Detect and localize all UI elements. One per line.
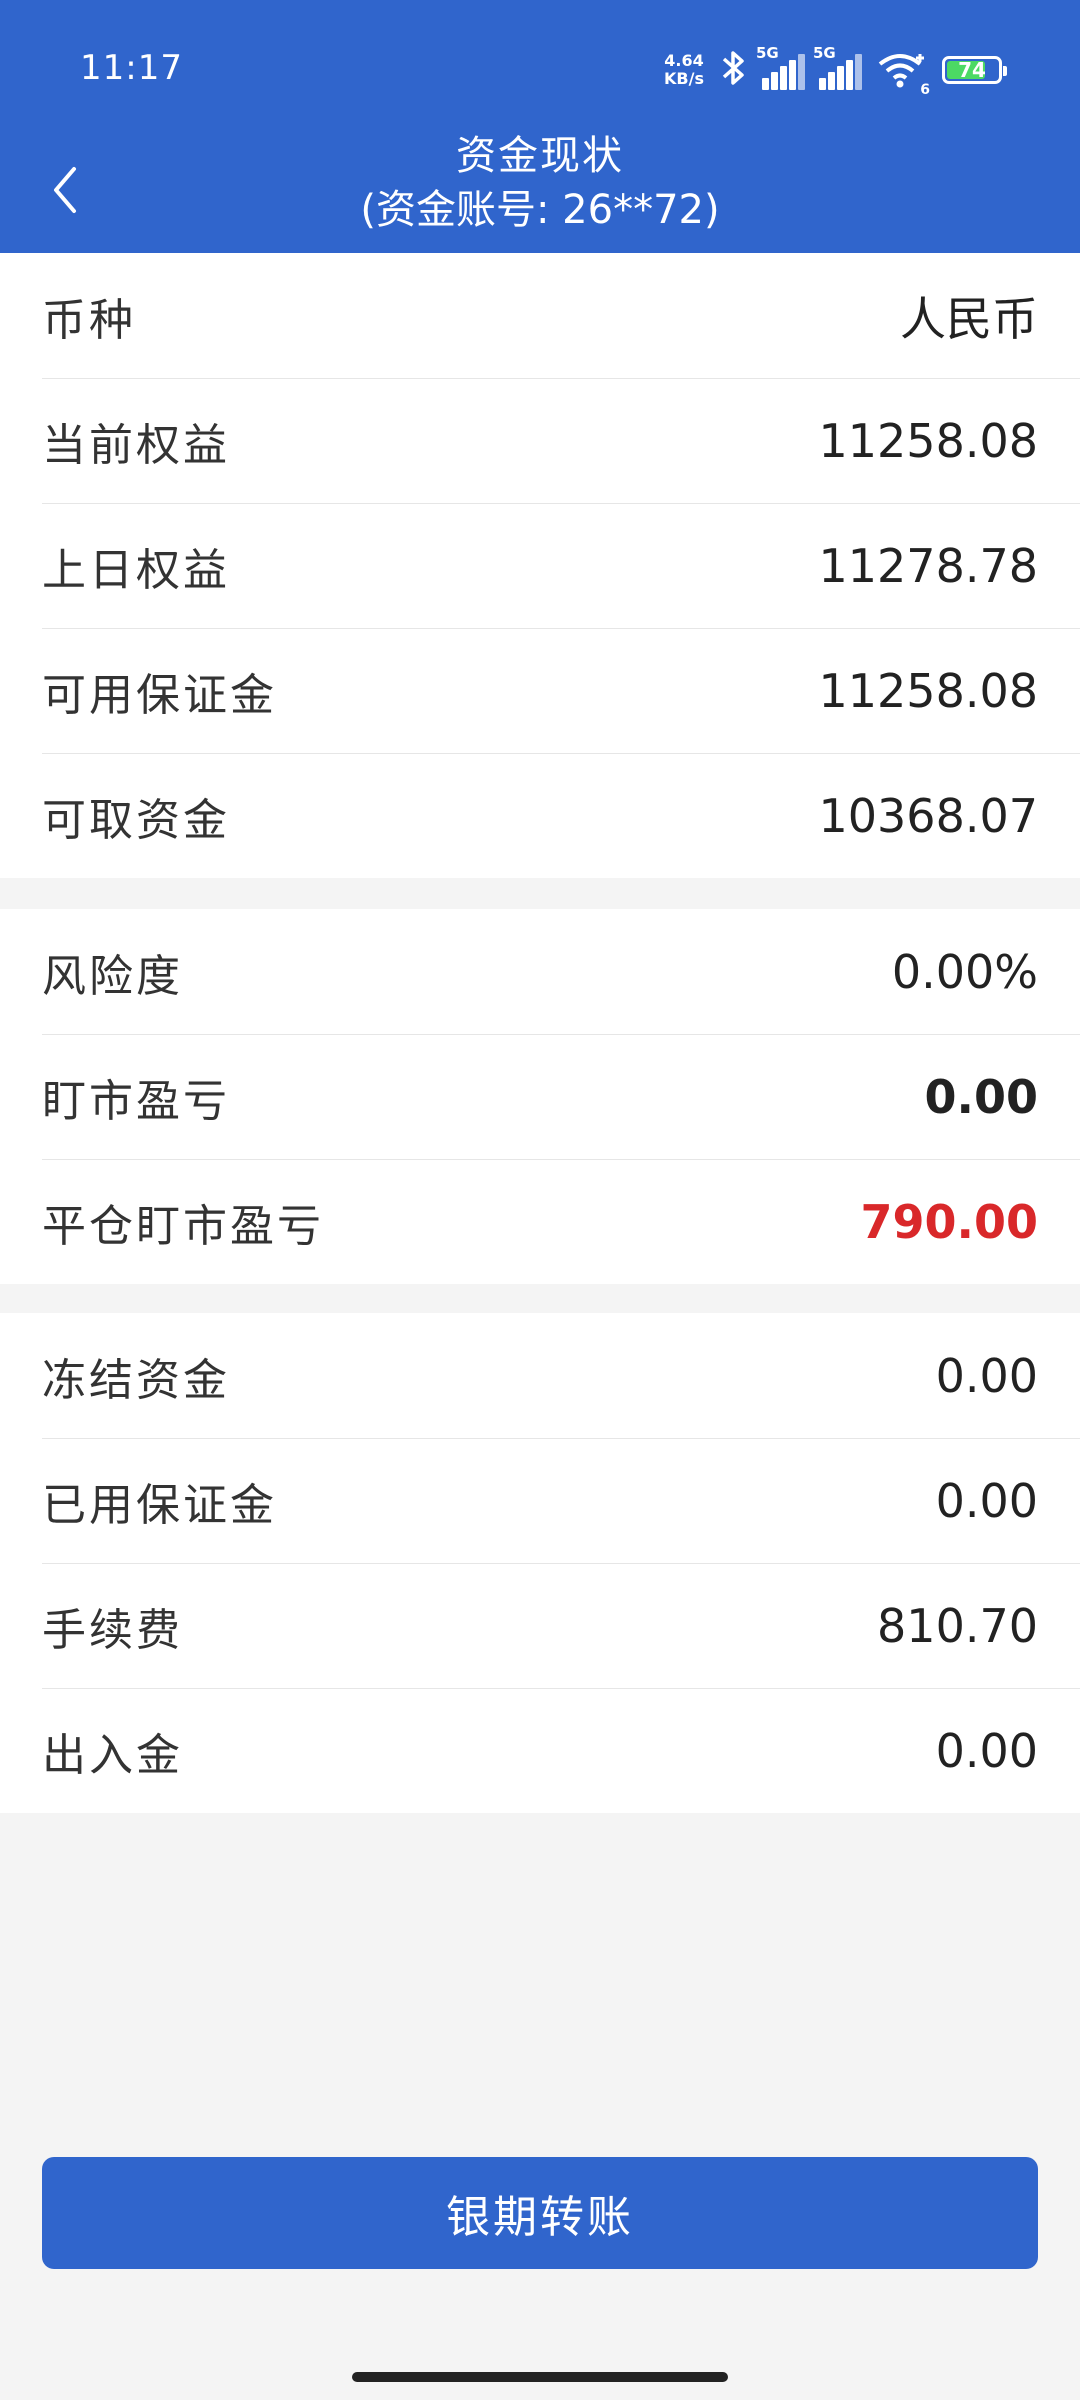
row-closed-mark-to-market-pnl: 平仓盯市盈亏 790.00 (42, 1159, 1080, 1284)
sim2-network-type: 5G (813, 44, 836, 62)
mark-to-market-pnl-value: 0.00 (924, 1070, 1039, 1124)
row-frozen-funds: 冻结资金 0.00 (42, 1313, 1080, 1438)
currency-value: 人民币 (900, 291, 1038, 346)
network-speed: 4.64 KB/s (664, 52, 704, 88)
risk-ratio-value: 0.00% (891, 944, 1038, 999)
used-margin-label: 已用保证金 (42, 1480, 277, 1531)
row-withdrawable-funds: 可取资金 10368.07 (42, 753, 1080, 878)
previous-equity-label: 上日权益 (42, 545, 230, 596)
signal-sim1-icon: 5G (756, 44, 805, 90)
row-commission: 手续费 810.70 (42, 1563, 1080, 1688)
fees-section: 冻结资金 0.00 已用保证金 0.00 手续费 810.70 出入金 0.00 (0, 1313, 1080, 1813)
network-speed-value: 4.64 (664, 51, 704, 70)
currency-label: 币种 (42, 294, 136, 346)
commission-value: 810.70 (877, 1599, 1038, 1653)
closed-mark-to-market-pnl-value: 790.00 (860, 1195, 1038, 1249)
mark-to-market-pnl-label: 盯市盈亏 (42, 1076, 230, 1127)
signal-sim2-icon: 5G (813, 44, 862, 90)
used-margin-value: 0.00 (935, 1474, 1038, 1528)
account-number: (资金账号: 26**72) (360, 187, 720, 233)
status-time: 11:17 (80, 48, 183, 88)
current-equity-value: 11258.08 (818, 414, 1039, 468)
frozen-funds-value: 0.00 (935, 1348, 1038, 1403)
current-equity-label: 当前权益 (42, 420, 230, 471)
app-header: 11:17 4.64 KB/s 5G 5G 6 74 资金现状 (资金账号: 2… (0, 0, 1080, 253)
deposits-withdrawals-value: 0.00 (935, 1724, 1038, 1778)
withdrawable-funds-label: 可取资金 (42, 795, 230, 846)
sim1-network-type: 5G (756, 44, 779, 62)
row-available-margin: 可用保证金 11258.08 (42, 628, 1080, 753)
funds-summary-section: 币种 人民币 当前权益 11258.08 上日权益 11278.78 可用保证金… (0, 253, 1080, 878)
row-currency: 币种 人民币 (42, 253, 1080, 378)
row-deposits-withdrawals: 出入金 0.00 (42, 1688, 1080, 1813)
battery-level: 74 (958, 58, 986, 82)
deposits-withdrawals-label: 出入金 (42, 1730, 183, 1781)
wifi-icon: 6 (876, 50, 930, 98)
withdrawable-funds-value: 10368.07 (818, 789, 1039, 843)
available-margin-value: 11258.08 (818, 664, 1039, 718)
bank-futures-transfer-button[interactable]: 银期转账 (42, 2157, 1038, 2269)
status-icons: 4.64 KB/s 5G 5G 6 74 (664, 42, 1007, 98)
page-title: 资金现状 (456, 133, 624, 179)
risk-ratio-label: 风险度 (42, 950, 183, 1002)
status-bar: 11:17 4.64 KB/s 5G 5G 6 74 (0, 0, 1080, 130)
frozen-funds-label: 冻结资金 (42, 1354, 230, 1406)
row-used-margin: 已用保证金 0.00 (42, 1438, 1080, 1563)
battery-icon: 74 (942, 56, 1007, 84)
row-mark-to-market-pnl: 盯市盈亏 0.00 (42, 1034, 1080, 1159)
bluetooth-icon (718, 48, 748, 92)
row-risk-ratio: 风险度 0.00% (42, 909, 1080, 1034)
wifi-generation: 6 (920, 82, 930, 98)
page-title-block: 资金现状 (资金账号: 26**72) (0, 130, 1080, 238)
previous-equity-value: 11278.78 (818, 539, 1039, 593)
available-margin-label: 可用保证金 (42, 670, 277, 721)
row-previous-equity: 上日权益 11278.78 (42, 503, 1080, 628)
network-speed-unit: KB/s (664, 69, 704, 88)
risk-pnl-section: 风险度 0.00% 盯市盈亏 0.00 平仓盯市盈亏 790.00 (0, 909, 1080, 1284)
closed-mark-to-market-pnl-label: 平仓盯市盈亏 (42, 1201, 324, 1252)
home-indicator[interactable] (352, 2372, 728, 2382)
row-current-equity: 当前权益 11258.08 (42, 378, 1080, 503)
commission-label: 手续费 (42, 1605, 183, 1656)
